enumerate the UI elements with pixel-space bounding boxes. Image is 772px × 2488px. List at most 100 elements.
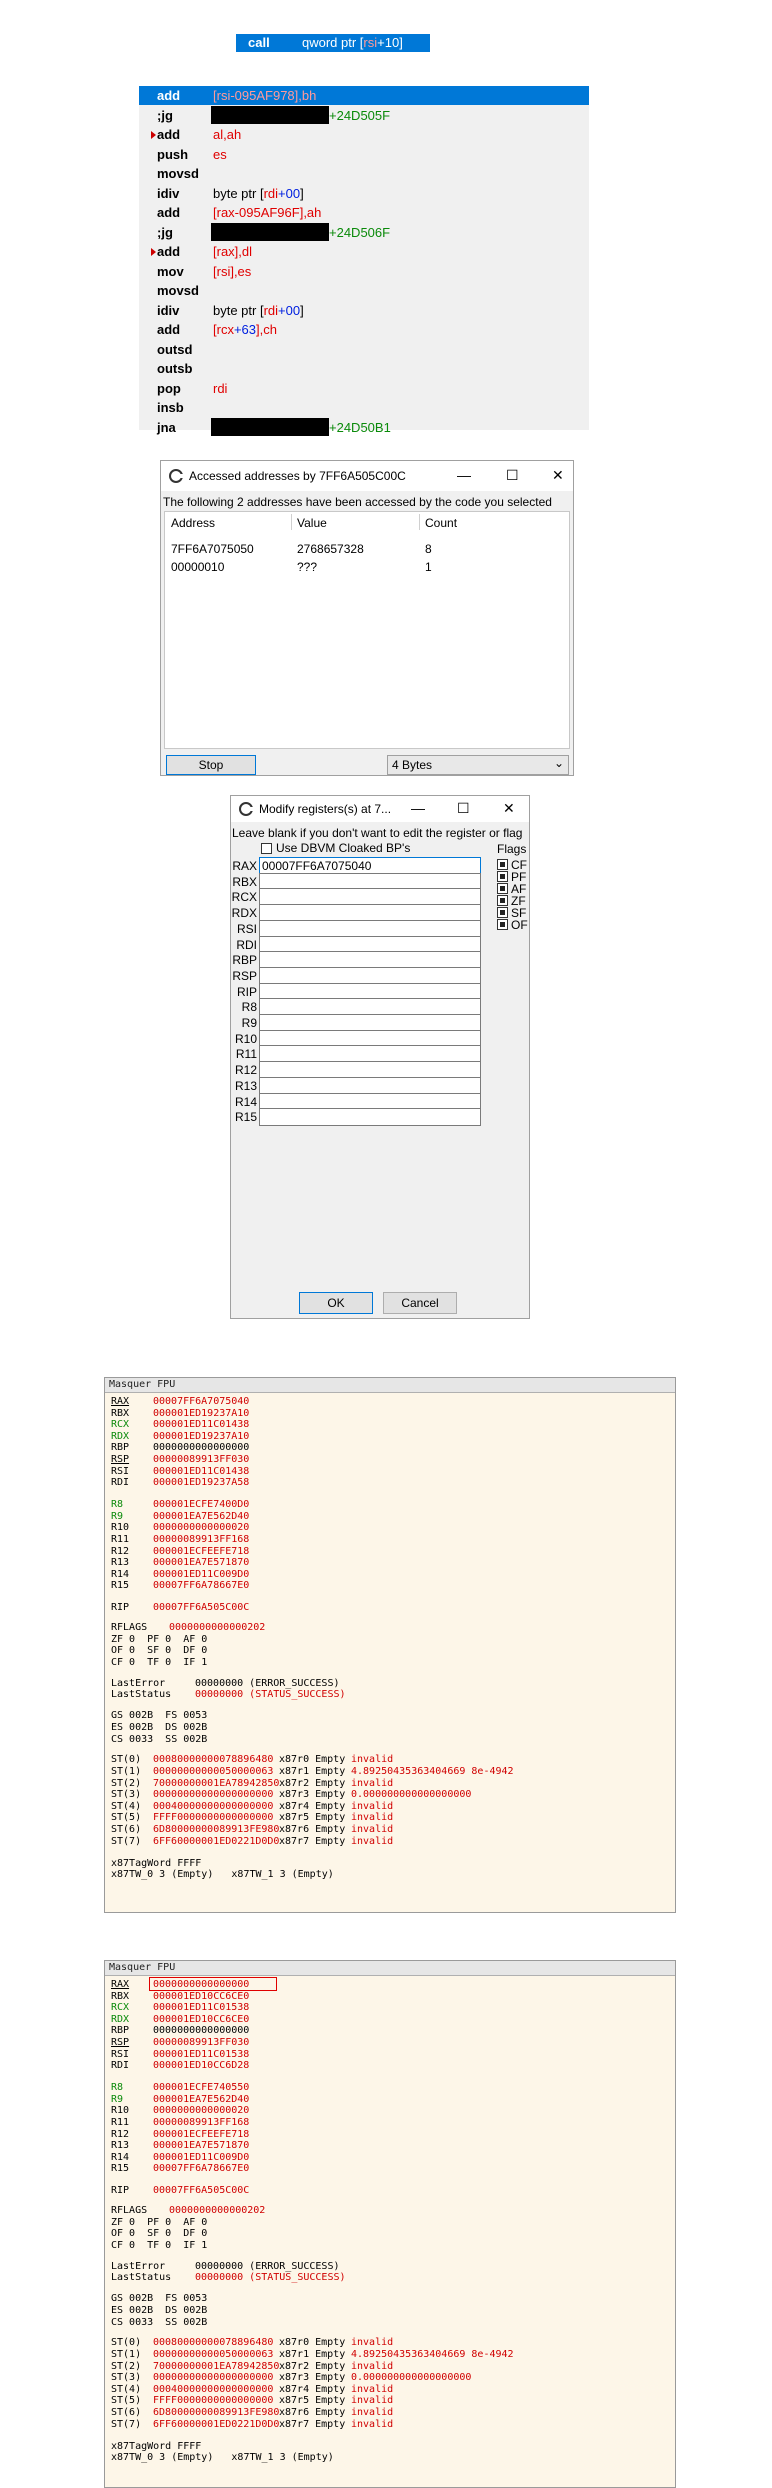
cancel-button[interactable]: Cancel <box>383 1292 457 1314</box>
flag-row[interactable]: CF 0 TF 0 IF 1 <box>111 1657 207 1668</box>
segment-row[interactable]: ES 002B DS 002B <box>111 1722 207 1733</box>
register-row[interactable]: RSI 000001ED11C01538 <box>111 2049 249 2060</box>
st-row[interactable]: ST(2) 70000000001EA78942850x87r2 Empty inv… <box>111 1778 393 1789</box>
register-row[interactable]: R12 000001ECFEEFE718 <box>111 2129 249 2140</box>
segment-row[interactable]: ES 002B DS 002B <box>111 2305 207 2316</box>
window-titlebar[interactable]: Accessed addresses by 7FF6A505C00C — ☐ ✕ <box>161 461 573 491</box>
register-row[interactable]: RSI 000001ED11C01438 <box>111 1466 249 1477</box>
hide-fpu-toggle[interactable]: Masquer FPU <box>109 1379 175 1390</box>
register-row[interactable]: RDI 000001ED19237A58 <box>111 1477 249 1488</box>
rflags-row[interactable]: RFLAGS 0000000000000202 <box>111 1622 265 1633</box>
tagword-row[interactable]: x87TagWord FFFF <box>111 1858 201 1869</box>
register-row[interactable]: R14 000001ED11C009D0 <box>111 2152 249 2163</box>
minimize-button[interactable]: — <box>411 800 425 816</box>
tagword-detail-row[interactable]: x87TW_0 3 (Empty) x87TW_1 3 (Empty) <box>111 2452 334 2463</box>
flag-checkbox-pf[interactable] <box>497 871 508 882</box>
disasm-row[interactable]: push es <box>139 145 589 164</box>
laststatus-row[interactable]: LastStatus 00000000 (STATUS_SUCCESS) <box>111 2272 346 2283</box>
register-row[interactable]: R9 000001EA7E562D40 <box>111 2094 249 2105</box>
segment-row[interactable]: CS 0033 SS 002B <box>111 1734 207 1745</box>
disasm-row[interactable]: jna +24D50B1 <box>139 418 589 437</box>
st-row[interactable]: ST(2) 70000000001EA78942850x87r2 Empty inv… <box>111 2361 393 2372</box>
st-row[interactable]: ST(7) 6FF60000001ED0221D0D0x87r7 Empty inv… <box>111 2419 393 2430</box>
disasm-row[interactable]: add [rax-095AF96F],ah <box>139 203 589 222</box>
disasm-row[interactable]: pop rdi <box>139 379 589 398</box>
st-row[interactable]: ST(6) 6D80000000089913FE980x87r6 Empty inv… <box>111 1824 393 1835</box>
disassembly-view[interactable]: add [rsi-095AF978],bh ;jg +24D505F add al,ah p… <box>139 86 589 436</box>
st-row[interactable]: ST(0) 00080000000078896480 x87r0 Empty inva… <box>111 1754 393 1765</box>
rflags-row[interactable]: RFLAGS 0000000000000202 <box>111 2205 265 2216</box>
tagword-row[interactable]: x87TagWord FFFF <box>111 2441 201 2452</box>
registers-panel[interactable]: Masquer FPU RAX 0000000000000000 RBX 000001… <box>104 1960 676 2488</box>
st-row[interactable]: ST(3) 00000000000000000000 x87r3 Empty 0.00… <box>111 1789 471 1800</box>
register-row[interactable]: R13 000001EA7E571870 <box>111 2140 249 2151</box>
st-row[interactable]: ST(1) 00000000000050000063 x87r1 Empty 4.89… <box>111 1766 514 1777</box>
dbvm-checkbox[interactable] <box>261 843 272 854</box>
flag-checkbox-cf[interactable] <box>497 859 508 870</box>
disasm-row[interactable]: ;jg +24D506F <box>139 223 589 242</box>
close-button[interactable]: ✕ <box>552 467 564 484</box>
register-row[interactable]: RAX 00007FF6A7075040 <box>111 1396 249 1407</box>
window-titlebar[interactable]: Modify registers(s) at 7... — ☐ ✕ <box>231 796 529 822</box>
disasm-row[interactable]: mov [rsi],es <box>139 262 589 281</box>
register-row[interactable]: RSP 00000089913FF030 <box>111 1454 249 1465</box>
flag-checkbox-of[interactable] <box>497 919 508 930</box>
st-row[interactable]: ST(7) 6FF60000001ED0221D0D0x87r7 Empty inv… <box>111 1836 393 1847</box>
register-row[interactable]: R8 000001ECFE740550 <box>111 2082 249 2093</box>
disasm-row[interactable]: add [rsi-095AF978],bh <box>139 86 589 105</box>
st-row[interactable]: ST(6) 6D80000000089913FE980x87r6 Empty inv… <box>111 2407 393 2418</box>
flag-checkbox-sf[interactable] <box>497 907 508 918</box>
lasterror-row[interactable]: LastError 00000000 (ERROR_SUCCESS) <box>111 1678 340 1689</box>
column-header-count[interactable]: Count <box>425 516 457 530</box>
disasm-row[interactable]: add [rcx+63],ch <box>139 320 589 339</box>
segment-row[interactable]: GS 002B FS 0053 <box>111 2293 207 2304</box>
value-size-select[interactable]: 4 Bytes ⌄ <box>387 755 569 775</box>
disasm-row[interactable]: add [rax],dl <box>139 242 589 261</box>
laststatus-row[interactable]: LastStatus 00000000 (STATUS_SUCCESS) <box>111 1689 346 1700</box>
maximize-button[interactable]: ☐ <box>506 467 519 484</box>
flag-row[interactable]: CF 0 TF 0 IF 1 <box>111 2240 207 2251</box>
ok-button[interactable]: OK <box>299 1292 373 1314</box>
flag-checkbox-af[interactable] <box>497 883 508 894</box>
column-header-address[interactable]: Address <box>171 516 215 530</box>
disasm-row[interactable]: insb <box>139 398 589 417</box>
st-row[interactable]: ST(3) 00000000000000000000 x87r3 Empty 0.00… <box>111 2372 471 2383</box>
st-row[interactable]: ST(5) FFFF0000000000000000 x87r5 Empty inva… <box>111 2395 393 2406</box>
registers-panel[interactable]: Masquer FPU RAX 00007FF6A7075040 RBX 000001… <box>104 1377 676 1913</box>
tagword-detail-row[interactable]: x87TW_0 3 (Empty) x87TW_1 3 (Empty) <box>111 1869 334 1880</box>
call-instruction-row[interactable]: call qword ptr [rsi+10] <box>236 34 430 52</box>
lasterror-row[interactable]: LastError 00000000 (ERROR_SUCCESS) <box>111 2261 340 2272</box>
st-row[interactable]: ST(1) 00000000000050000063 x87r1 Empty 4.89… <box>111 2349 514 2360</box>
register-row[interactable]: R11 00000089913FF168 <box>111 2117 249 2128</box>
st-row[interactable]: ST(0) 00080000000078896480 x87r0 Empty inva… <box>111 2337 393 2348</box>
st-row[interactable]: ST(4) 00040000000000000000 x87r4 Empty inva… <box>111 1801 393 1812</box>
register-row[interactable]: RBP 0000000000000000 <box>111 1442 249 1453</box>
maximize-button[interactable]: ☐ <box>457 800 470 817</box>
addresses-table[interactable]: Address Value Count 7FF6A7075050 2768657… <box>164 511 570 749</box>
flag-row[interactable]: ZF 0 PF 0 AF 0 <box>111 2217 207 2228</box>
register-row[interactable]: RBX 000001ED19237A10 <box>111 1408 249 1419</box>
stop-button[interactable]: Stop <box>166 755 256 775</box>
register-row[interactable]: R13 000001EA7E571870 <box>111 1557 249 1568</box>
st-row[interactable]: ST(5) FFFF0000000000000000 x87r5 Empty inva… <box>111 1812 393 1823</box>
register-row[interactable]: RAX 0000000000000000 <box>111 1979 249 1990</box>
table-row[interactable]: 00000010 ??? 1 <box>165 560 569 578</box>
disasm-row[interactable]: outsb <box>139 359 589 378</box>
register-row[interactable]: R8 000001ECFE7400D0 <box>111 1499 249 1510</box>
segment-row[interactable]: GS 002B FS 0053 <box>111 1710 207 1721</box>
flag-checkbox-zf[interactable] <box>497 895 508 906</box>
flag-row[interactable]: ZF 0 PF 0 AF 0 <box>111 1634 207 1645</box>
disasm-row[interactable]: outsd <box>139 340 589 359</box>
disasm-row[interactable]: movsd <box>139 281 589 300</box>
register-row[interactable]: RDI 000001ED10CC6D28 <box>111 2060 249 2071</box>
minimize-button[interactable]: — <box>457 467 471 483</box>
register-row[interactable]: R15 00007FF6A78667E0 <box>111 2163 249 2174</box>
register-row[interactable]: RDX 000001ED10CC6CE0 <box>111 2014 249 2025</box>
register-row[interactable]: RCX 000001ED11C01538 <box>111 2002 249 2013</box>
register-row[interactable]: RSP 00000089913FF030 <box>111 2037 249 2048</box>
disasm-row[interactable]: idiv byte ptr [rdi+00] <box>139 301 589 320</box>
flag-row[interactable]: OF 0 SF 0 DF 0 <box>111 1645 207 1656</box>
register-row[interactable]: R15 00007FF6A78667E0 <box>111 1580 249 1591</box>
register-row[interactable]: RIP 00007FF6A505C00C <box>111 2185 249 2196</box>
st-row[interactable]: ST(4) 00040000000000000000 x87r4 Empty inva… <box>111 2384 393 2395</box>
